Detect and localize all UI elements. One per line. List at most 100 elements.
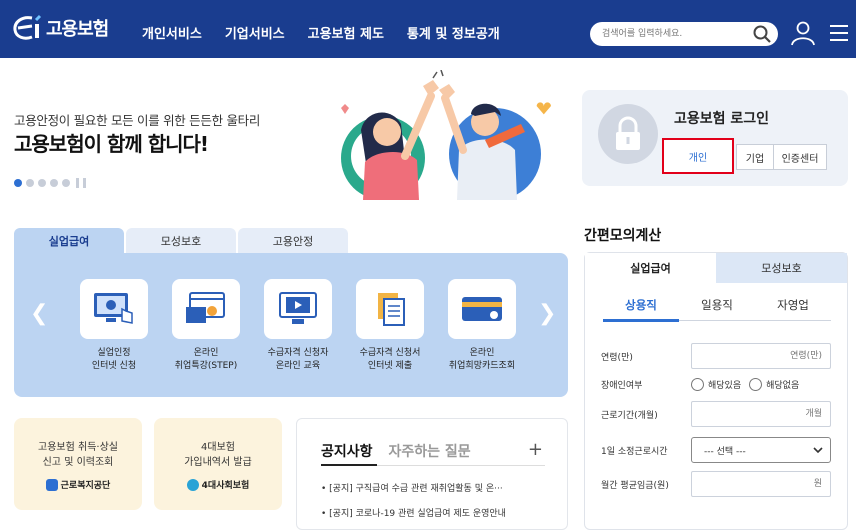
notice-list: • [공지] 구직급여 수급 관련 재취업활동 및 온··· • [공지] 코로… [321, 481, 551, 530]
ei-logo-icon [13, 14, 42, 40]
tab-notice[interactable]: 공지사항 [321, 441, 373, 461]
tab-faq[interactable]: 자주하는 질문 [389, 441, 471, 461]
user-icon[interactable] [790, 20, 816, 46]
shortcut-text: 고용보험 취득·상실 신고 및 이력조회 [38, 442, 118, 468]
main-nav: 개인서비스 기업서비스 고용보험 제도 통계 및 정보공개 [142, 23, 523, 42]
disabled-label: 장애인여부 [601, 380, 643, 391]
lock-badge [598, 104, 658, 164]
list-item[interactable]: • [공지] 코로나-19 관련 실업급여 제도 운영안내 [321, 506, 551, 519]
service-item-online-step[interactable]: 온라인 취업특강(STEP) [160, 279, 252, 373]
search-box [590, 22, 778, 46]
wage-row: 월간 평균임금(원) [601, 471, 833, 497]
certificate-center-button[interactable]: 인증센터 [773, 144, 827, 170]
login-business-button[interactable]: 기업 [736, 144, 774, 170]
disabled-no-radio[interactable]: 해당없음 [749, 377, 799, 391]
notice-tabs: 공지사항 자주하는 질문 [321, 441, 487, 461]
period-label: 근로기간(개월) [601, 410, 658, 421]
subtab-self-employed[interactable]: 자영업 [755, 297, 831, 313]
pause-icon[interactable] [76, 178, 86, 188]
service-panel: ❮ ❯ 실업인정 인터넷 신청 온라인 취업특강(STEP) 수급자격 신청자 … [14, 253, 568, 397]
play-monitor-icon [279, 292, 317, 324]
tab-unemployment[interactable]: 실업급여 [14, 228, 124, 254]
card-icon [462, 297, 502, 321]
hours-select[interactable]: --- 선택 --- [691, 437, 831, 463]
age-field[interactable] [691, 343, 831, 369]
social-insurance-logo-icon [186, 478, 199, 491]
tab-employment-stability[interactable]: 고용안정 [238, 228, 348, 254]
subtab-daily[interactable]: 일용직 [679, 297, 755, 313]
plus-icon[interactable]: + [528, 439, 543, 460]
next-arrow-icon[interactable]: ❯ [538, 301, 556, 326]
prev-arrow-icon[interactable]: ❮ [30, 301, 48, 326]
logo-text: 고용보험 [46, 19, 109, 40]
shortcut-text: 4대보험 가입내역서 발급 [184, 442, 252, 468]
wage-label: 월간 평균임금(원) [601, 480, 669, 491]
service-item-online-submission[interactable]: 수급자격 신청서 인터넷 제출 [344, 279, 436, 373]
active-subtab-bar [603, 319, 679, 322]
age-row: 연령(만) [601, 343, 833, 369]
org-name: 근로복지공단 [60, 481, 111, 491]
nav-business[interactable]: 기업서비스 [225, 23, 285, 42]
active-tab-bar [321, 464, 377, 466]
service-label: 실업인정 인터넷 신청 [91, 348, 137, 371]
slide-indicator [14, 178, 86, 188]
service-label: 온라인 취업희망카드조회 [448, 348, 516, 371]
disabled-row: 장애인여부 해당있음 해당없음 [601, 371, 833, 397]
org-label: 근로복지공단 [14, 478, 142, 491]
nav-system[interactable]: 고용보험 제도 [308, 23, 384, 42]
list-item[interactable]: • [공지] 구직급여 수급 관련 재취업활동 및 온··· [321, 481, 551, 494]
calculator-subtabs: 상용직 일용직 자영업 [603, 297, 831, 313]
disabled-yes-radio[interactable]: 해당있음 [691, 377, 741, 391]
shortcut-4major-insurance[interactable]: 4대보험 가입내역서 발급 4대사회보험 [154, 418, 282, 510]
org-name: 4대사회보험 [201, 481, 250, 491]
service-item-job-card[interactable]: 온라인 취업희망카드조회 [436, 279, 528, 373]
welfare-logo-icon [45, 478, 58, 491]
login-title: 고용보험 로그인 [674, 111, 770, 127]
calc-tab-unemployment[interactable]: 실업급여 [585, 253, 716, 283]
period-field[interactable] [691, 401, 831, 427]
nav-personal[interactable]: 개인서비스 [142, 23, 202, 42]
hero-illustration [341, 70, 551, 200]
service-tabs: 실업급여 모성보호 고용안정 [14, 228, 350, 254]
search-icon[interactable] [752, 24, 772, 44]
site-header: 고용보험 개인서비스 기업서비스 고용보험 제도 통계 및 정보공개 [0, 0, 856, 58]
login-individual-button[interactable]: 개인 [662, 138, 734, 174]
hours-row: 1일 소정근로시간 --- 선택 --- [601, 437, 833, 463]
service-label: 수급자격 신청서 인터넷 제출 [359, 348, 421, 371]
site-logo[interactable]: 고용보험 [12, 14, 109, 42]
service-label: 온라인 취업특강(STEP) [174, 348, 238, 371]
subtab-regular[interactable]: 상용직 [603, 297, 679, 313]
service-list: 실업인정 인터넷 신청 온라인 취업특강(STEP) 수급자격 신청자 온라인 … [68, 279, 528, 373]
calc-tab-maternity[interactable]: 모성보호 [716, 253, 847, 283]
period-row: 근로기간(개월) [601, 401, 833, 427]
search-input[interactable] [602, 25, 742, 43]
service-item-online-education[interactable]: 수급자격 신청자 온라인 교육 [252, 279, 344, 373]
video-window-icon [186, 292, 225, 323]
tab-maternity[interactable]: 모성보호 [126, 228, 236, 254]
monitor-hand-icon [94, 293, 133, 324]
calculator-title: 간편모의계산 [584, 228, 662, 244]
hero-subtitle: 고용안정이 필요한 모든 이를 위한 든든한 울타리 [14, 113, 261, 128]
hours-label: 1일 소정근로시간 [601, 446, 668, 457]
menu-icon[interactable] [828, 22, 850, 44]
nav-statistics[interactable]: 통계 및 정보공개 [407, 23, 500, 42]
notice-box: 공지사항 자주하는 질문 + • [공지] 구직급여 수급 관련 재취업활동 및… [296, 418, 568, 530]
age-label: 연령(만) [601, 352, 633, 363]
org-label: 4대사회보험 [154, 478, 282, 491]
service-label: 수급자격 신청자 온라인 교육 [267, 348, 329, 371]
login-buttons: 개인 기업 인증센터 [662, 138, 827, 180]
login-box: 고용보험 로그인 개인 기업 인증센터 [582, 90, 848, 186]
slide-dot[interactable] [14, 179, 22, 187]
hero-title: 고용보험이 함께 합니다! [14, 132, 209, 156]
service-item-unemployment-recognition[interactable]: 실업인정 인터넷 신청 [68, 279, 160, 373]
slide-dot[interactable] [50, 179, 58, 187]
lock-icon [616, 116, 640, 150]
wage-field[interactable] [691, 471, 831, 497]
document-icon [378, 293, 405, 326]
slide-dot[interactable] [26, 179, 34, 187]
slide-dot[interactable] [62, 179, 70, 187]
calculator-tabs: 실업급여 모성보호 [585, 253, 847, 283]
shortcut-insurance-history[interactable]: 고용보험 취득·상실 신고 및 이력조회 근로복지공단 [14, 418, 142, 510]
slide-dot[interactable] [38, 179, 46, 187]
calculator-box: 실업급여 모성보호 상용직 일용직 자영업 연령(만) 장애인여부 해당있음 해… [584, 252, 848, 530]
